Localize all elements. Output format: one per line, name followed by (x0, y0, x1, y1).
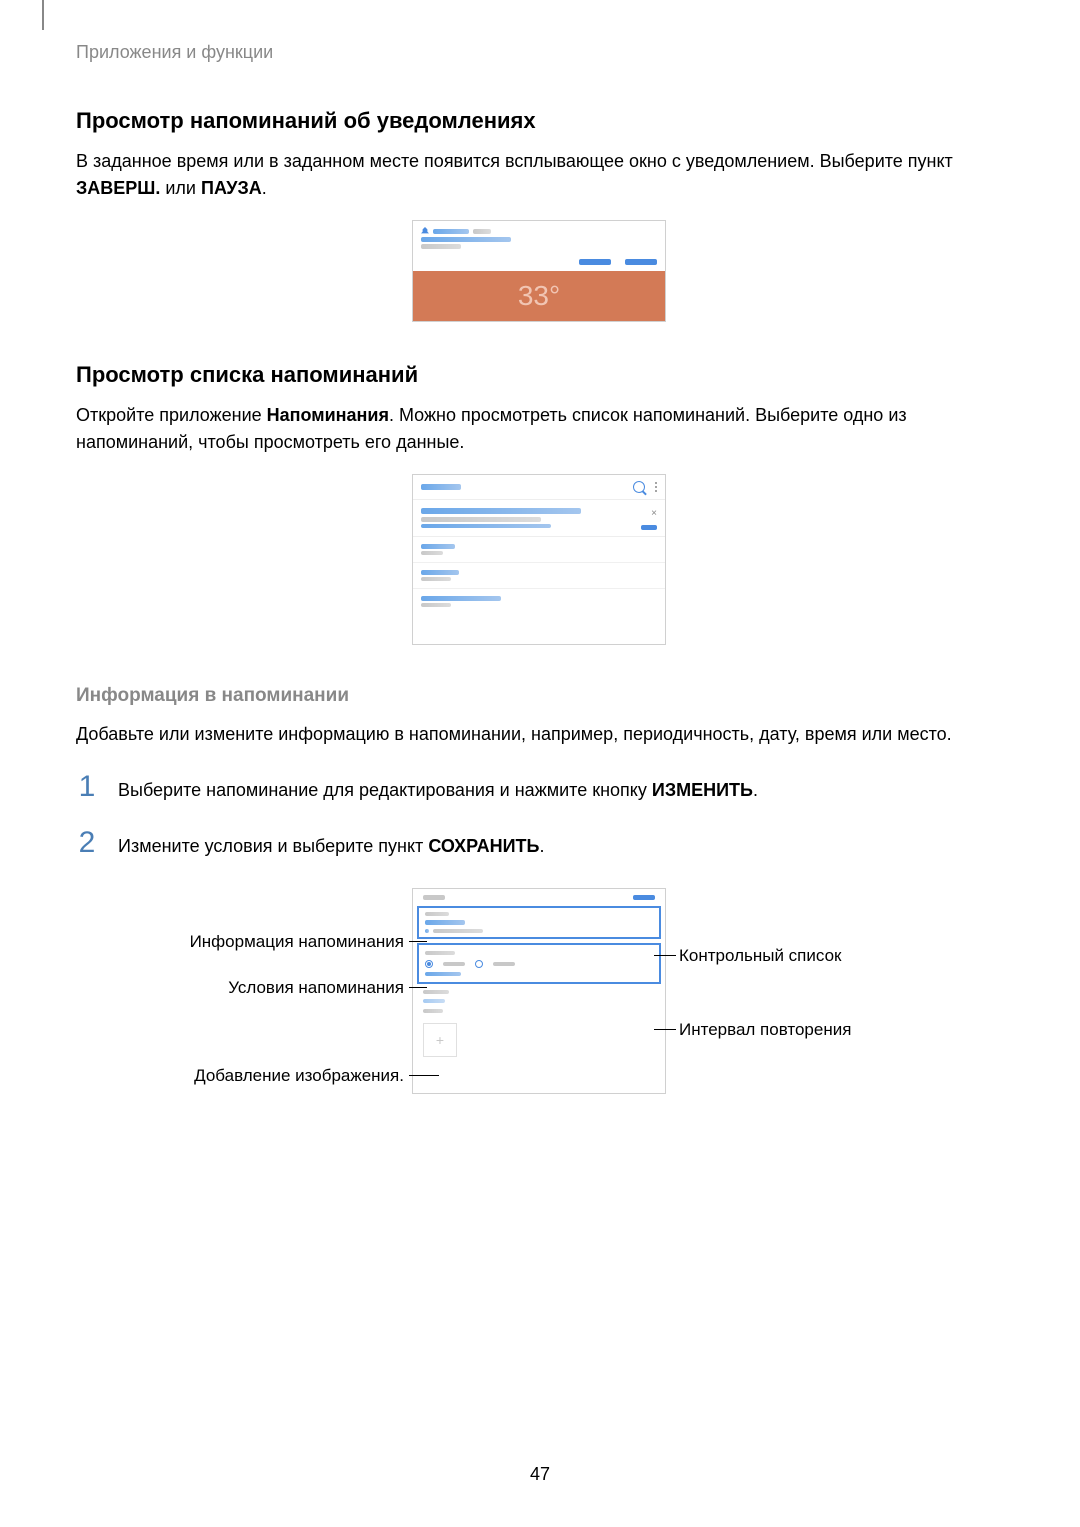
heading-reminder-info: Информация в напоминании (76, 685, 1002, 707)
callout-add-image: Добавление изображения. (194, 1066, 404, 1086)
paragraph: В заданное время или в заданном месте по… (76, 148, 1002, 202)
page-header: Приложения и функции (76, 42, 273, 63)
step-2: 2 Измените условия и выберите пункт СОХР… (76, 826, 1002, 860)
screenshot-reminder-list: × (412, 474, 666, 645)
radio-icon (425, 960, 433, 968)
weather-temp: 33° (413, 271, 665, 321)
action-button (625, 259, 657, 265)
action-button (579, 259, 611, 265)
step-number: 1 (76, 770, 98, 804)
close-icon: × (651, 508, 657, 519)
screenshot-edit-with-callouts: + Информация напоминания Условия напомин… (76, 888, 1002, 1168)
step-1: 1 Выберите напоминание для редактировани… (76, 770, 1002, 804)
paragraph: Добавьте или измените информацию в напом… (76, 721, 1002, 748)
screenshot-edit: + (412, 888, 666, 1094)
callout-reminder-info: Информация напоминания (190, 932, 404, 952)
bell-icon (421, 227, 429, 235)
screenshot-notification: 33° (412, 220, 666, 322)
radio-icon (475, 960, 483, 968)
callout-checklist: Контрольный список (679, 946, 841, 966)
callout-reminder-conditions: Условия напоминания (228, 978, 404, 998)
step-number: 2 (76, 826, 98, 860)
callout-repeat-interval: Интервал повторения (679, 1020, 851, 1040)
add-image-placeholder: + (423, 1023, 457, 1057)
paragraph: Откройте приложение Напоминания. Можно п… (76, 402, 1002, 456)
heading-notifications: Просмотр напоминаний об уведомлениях (76, 108, 1002, 134)
search-icon (633, 481, 645, 493)
page-number: 47 (0, 1464, 1080, 1485)
heading-reminder-list: Просмотр списка напоминаний (76, 362, 1002, 388)
menu-icon (655, 482, 657, 492)
